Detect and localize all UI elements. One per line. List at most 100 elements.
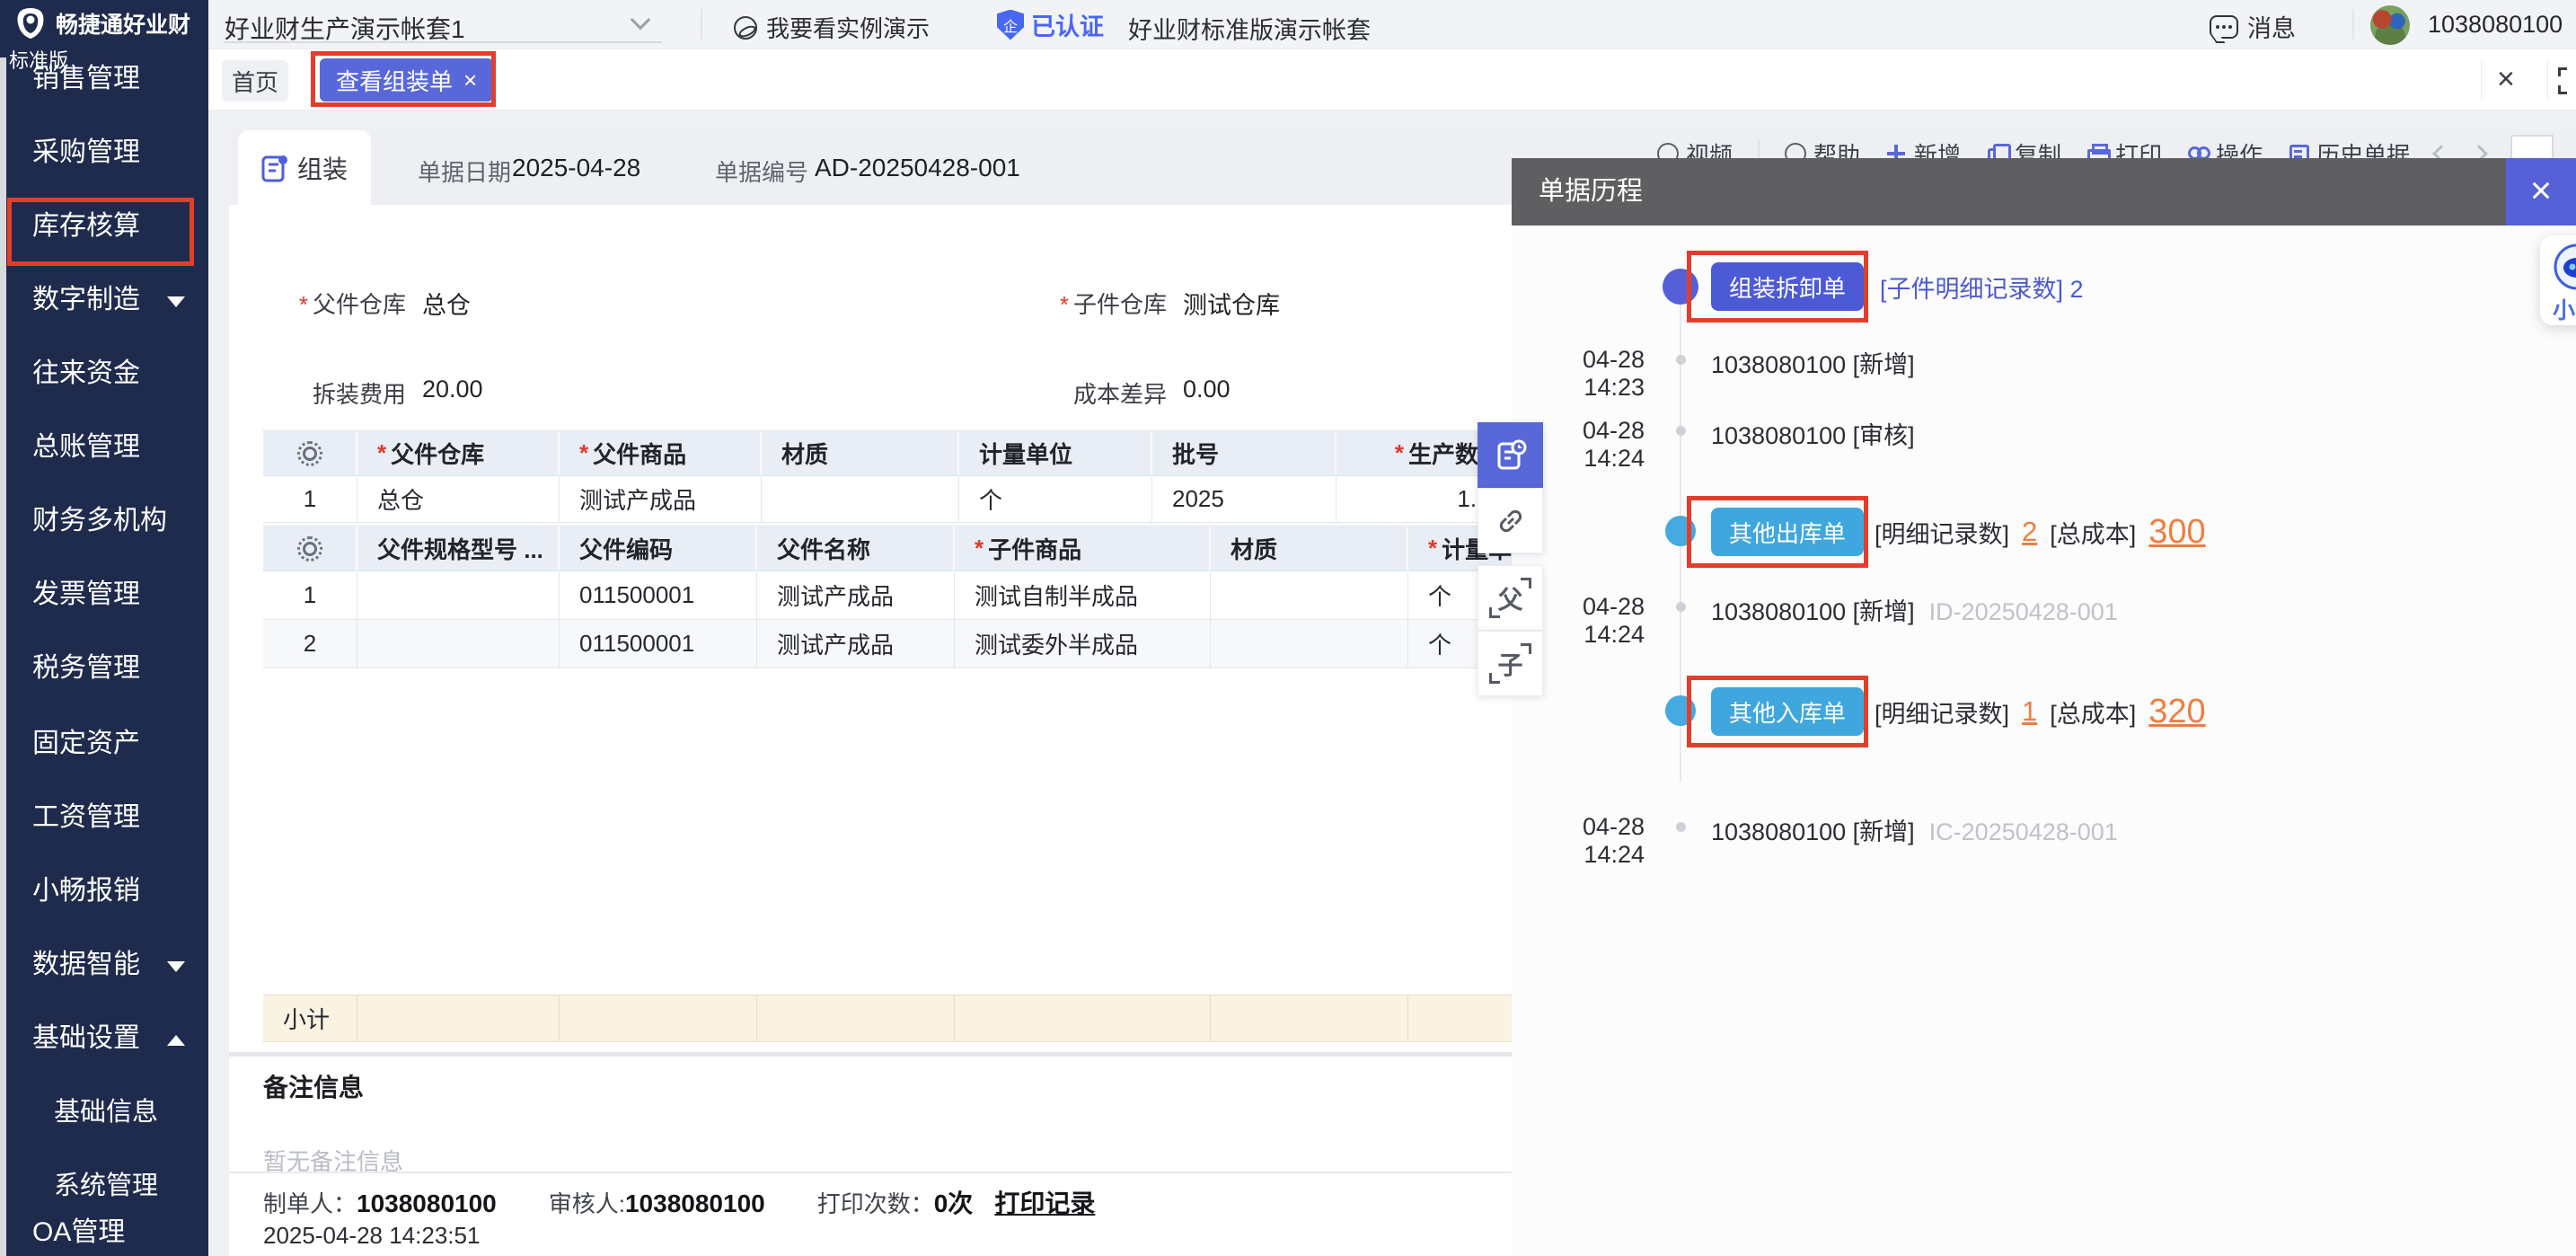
panel-body: 组装拆卸单 [子件明细记录数] 2 04-28 14:23 1038080100… — [1512, 226, 2576, 1256]
timeline-node — [1665, 695, 1696, 726]
column-settings-button[interactable] — [263, 526, 357, 571]
records-label: [明细记录数] — [1875, 515, 2009, 550]
doc-number-value[interactable]: AD-20250428-001 — [815, 154, 1020, 182]
timeline-dot-icon — [1676, 355, 1686, 365]
entry-text: 1038080100 [新增]ID-20250428-001 — [1711, 592, 2118, 627]
child-detail-records-link[interactable]: [子件明细记录数] 2 — [1880, 262, 2084, 311]
th-material: 材质 — [762, 431, 959, 476]
divider — [2547, 62, 2548, 98]
child-doc-button[interactable]: 子 — [1478, 631, 1543, 696]
assistant-widget[interactable]: 小畅 — [2540, 235, 2576, 325]
fullscreen-icon[interactable] — [2558, 67, 2576, 94]
th-material: 材质 — [1211, 526, 1408, 571]
sidebar-item-system-management[interactable]: 系统管理 — [0, 1161, 208, 1211]
cost-value-link[interactable]: 320 — [2148, 693, 2205, 731]
corner-bracket-icon — [1521, 643, 1531, 654]
th-parent-product: 父件商品 — [560, 431, 762, 476]
link-icon — [1495, 505, 1527, 537]
doc-history-button[interactable] — [1478, 422, 1543, 488]
divider — [701, 9, 702, 40]
records-value-link[interactable]: 2 — [2022, 516, 2037, 548]
sidebar-item-current-funds[interactable]: 往来资金 — [0, 349, 208, 399]
cost-value-link[interactable]: 300 — [2148, 513, 2205, 552]
assembly-fee-label: 拆装费用 — [229, 376, 406, 410]
auditor-label: 审核人: — [549, 1186, 625, 1219]
avatar[interactable] — [2370, 5, 2410, 45]
history-entry: 04-28 14:23 1038080100 [新增] — [1512, 341, 2576, 377]
timeline-node — [1665, 516, 1696, 546]
sidebar-item-invoice[interactable]: 发票管理 — [0, 570, 208, 620]
cell-material — [1211, 571, 1408, 620]
subtotal-row: 小计 — [263, 995, 1527, 1042]
cell-parent-code: 011500001 — [560, 571, 757, 620]
child-warehouse-value[interactable]: 测试仓库 — [1183, 286, 1280, 321]
remarks-title: 备注信息 — [263, 1068, 364, 1104]
related-docs-button[interactable] — [1478, 488, 1543, 553]
sidebar-item-inventory-accounting[interactable]: 库存核算 — [0, 201, 208, 252]
chevron-down-icon — [167, 961, 185, 972]
sidebar-item-tax[interactable]: 税务管理 — [0, 643, 208, 694]
parent-warehouse-value[interactable]: 总仓 — [422, 286, 471, 321]
user-id[interactable]: 1038080100 — [2428, 11, 2563, 39]
messages-button[interactable]: 消息 — [2210, 9, 2296, 44]
entry-doc-ref: ID-20250428-001 — [1929, 598, 2118, 625]
close-icon[interactable]: × — [463, 66, 477, 94]
sidebar-item-oa[interactable]: OA管理 — [0, 1207, 208, 1256]
other-inbound-badge[interactable]: 其他入库单 — [1711, 687, 1864, 736]
timeline-dot-icon — [1676, 426, 1686, 436]
history-entry: 04-28 14:24 1038080100 [新增]IC-20250428-0… — [1512, 809, 2576, 845]
cell-batch: 2025 — [1152, 476, 1337, 523]
sidebar-item-xiaochang-expense[interactable]: 小畅报销 — [0, 866, 208, 916]
column-settings-button[interactable] — [263, 431, 357, 476]
demo-link[interactable]: 我要看实例演示 — [734, 11, 930, 44]
assembly-disassembly-badge[interactable]: 组装拆卸单 — [1711, 262, 1864, 311]
sidebar-item-payroll[interactable]: 工资管理 — [0, 792, 208, 843]
assembly-fee-value[interactable]: 20.00 — [422, 376, 483, 403]
tab-assembly[interactable]: 组装 — [238, 130, 371, 205]
assembly-doc-icon — [261, 154, 288, 182]
sidebar-item-basic-settings[interactable]: 基础设置 — [0, 1013, 208, 1064]
tab-home[interactable]: 首页 — [222, 60, 288, 102]
panel-close-button[interactable]: × — [2506, 158, 2576, 226]
sidebar-item-finance-multi-org[interactable]: 财务多机构 — [0, 496, 208, 546]
parent-doc-button[interactable]: 父 — [1478, 565, 1543, 631]
tab-bar: 首页 查看组装单 × × — [208, 49, 2576, 111]
sidebar-item-sales[interactable]: 销售管理 — [0, 54, 208, 104]
gear-icon — [296, 535, 323, 562]
tab-view-assembly-order[interactable]: 查看组装单 × — [320, 58, 493, 102]
doc-date-label: 单据日期 — [418, 155, 511, 188]
close-icon[interactable]: × — [2497, 62, 2515, 97]
doc-date-value[interactable]: 2025-04-28 — [512, 154, 640, 182]
sidebar-item-data-intelligence[interactable]: 数据智能 — [0, 940, 208, 990]
records-value-link[interactable]: 1 — [2022, 695, 2037, 728]
panel-title: 单据历程 — [1539, 158, 1643, 226]
cost-variance-value[interactable]: 0.00 — [1183, 376, 1231, 403]
child-warehouse-label: 子件仓库 — [939, 287, 1167, 320]
timeline-dot-icon — [1676, 822, 1686, 832]
cell-parent-spec — [357, 571, 560, 620]
sidebar-item-digital-manufacturing[interactable]: 数字制造 — [0, 275, 208, 325]
topbar: 好业财生产演示帐套1 我要看实例演示 企 已认证 好业财标准版演示帐套 消息 1… — [208, 0, 2576, 49]
sidebar-item-fixed-assets[interactable]: 固定资产 — [0, 719, 208, 769]
timeline-node — [1663, 269, 1698, 305]
parent-glyph: 父 — [1497, 580, 1522, 616]
th-batch: 批号 — [1152, 431, 1337, 476]
sidebar-item-basic-info[interactable]: 基础信息 — [0, 1087, 208, 1137]
cost-label: [总成本] — [2050, 694, 2136, 730]
print-log-link[interactable]: 打印记录 — [994, 1184, 1095, 1220]
other-outbound-badge[interactable]: 其他出库单 — [1711, 508, 1864, 556]
sidebar-item-general-ledger[interactable]: 总账管理 — [0, 422, 208, 473]
cell-parent-spec — [357, 620, 560, 668]
certified-badge[interactable]: 企 已认证 — [997, 7, 1104, 42]
cell-parent-name: 测试产成品 — [757, 620, 955, 668]
chevron-up-icon — [167, 1035, 185, 1046]
th-parent-warehouse: 父件仓库 — [357, 431, 560, 476]
cell-parent-warehouse: 总仓 — [357, 476, 560, 523]
doc-history-panel: 单据历程 × 组装拆卸单 [子件明细记录数] 2 04-28 14:23 103… — [1512, 158, 2576, 1256]
sidebar-item-purchase[interactable]: 采购管理 — [0, 128, 208, 178]
cell-child-product: 测试委外半成品 — [955, 620, 1211, 668]
entry-doc-ref: IC-20250428-001 — [1929, 818, 2118, 845]
th-unit: 计量单位 — [959, 431, 1152, 476]
inbound-meta: [明细记录数] 1 [总成本] 320 — [1875, 687, 2206, 736]
account-set-selector[interactable]: 好业财生产演示帐套1 — [225, 10, 638, 46]
